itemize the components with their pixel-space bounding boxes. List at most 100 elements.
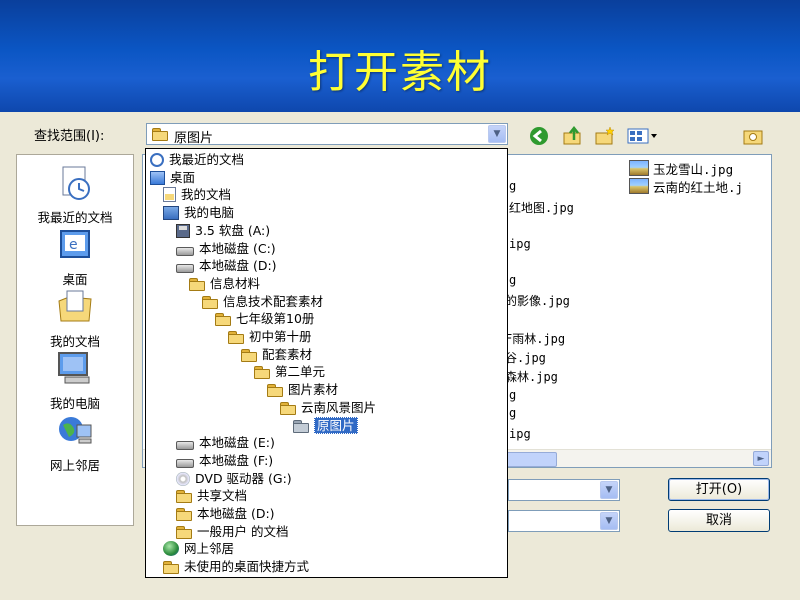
slide-title: 打开素材 bbox=[308, 47, 492, 98]
dropdown-item[interactable]: 一般用户 的文档 bbox=[176, 523, 288, 540]
back-icon[interactable] bbox=[528, 126, 550, 146]
views-menu-icon[interactable] bbox=[626, 126, 660, 146]
dropdown-item[interactable]: 第二单元 bbox=[254, 363, 325, 380]
file-name: 云南的红土地.j bbox=[653, 180, 744, 195]
dropdown-item-label: 第二单元 bbox=[275, 364, 326, 380]
place-label: 我最近的文档 bbox=[37, 210, 113, 225]
file-item[interactable]: ipg bbox=[509, 237, 531, 251]
place-network[interactable]: 网上邻居 bbox=[17, 411, 133, 474]
dropdown-item[interactable]: 原图片 bbox=[293, 416, 358, 434]
dropdown-item[interactable]: 七年级第10册 bbox=[215, 310, 314, 327]
dropdown-item-label: 原图片 bbox=[314, 416, 358, 434]
dropdown-item-label: DVD 驱动器 (G:) bbox=[195, 470, 292, 486]
folder-icon bbox=[176, 525, 192, 539]
place-recent-documents[interactable]: 我最近的文档 bbox=[17, 163, 133, 226]
look-in-value: 原图片 bbox=[174, 131, 214, 146]
dropdown-item[interactable]: 图片素材 bbox=[267, 381, 338, 398]
dropdown-item-label: 初中第十册 bbox=[249, 329, 312, 344]
my-documents-icon bbox=[55, 287, 95, 327]
my-documents-icon bbox=[163, 187, 176, 203]
dropdown-item[interactable]: 我的电脑 bbox=[163, 204, 234, 221]
dropdown-item[interactable]: 本地磁盘 (C:) bbox=[176, 240, 276, 257]
recent-documents-icon bbox=[55, 163, 95, 203]
dropdown-item-label: 配套素材 bbox=[262, 346, 313, 362]
hard-drive-icon bbox=[176, 439, 194, 451]
place-desktop[interactable]: e 桌面 bbox=[17, 225, 133, 288]
dropdown-item[interactable]: 网上邻居 bbox=[163, 540, 234, 557]
dropdown-item[interactable]: 云南风景图片 bbox=[280, 399, 376, 416]
dropdown-item[interactable]: 未使用的桌面快捷方式 bbox=[163, 558, 309, 575]
look-in-combo[interactable]: 原图片 ▼ bbox=[146, 123, 508, 146]
file-item[interactable]: 的影像.jpg bbox=[505, 292, 570, 309]
dropdown-item[interactable]: 信息材料 bbox=[189, 275, 260, 292]
place-label: 网上邻居 bbox=[49, 458, 100, 473]
floppy-drive-icon bbox=[176, 223, 190, 238]
scroll-right-icon[interactable]: ► bbox=[753, 451, 769, 466]
recent-documents-icon bbox=[150, 153, 164, 167]
dropdown-item[interactable]: 本地磁盘 (D:) bbox=[176, 257, 277, 274]
file-item[interactable]: 谷.jpg bbox=[505, 349, 546, 366]
open-button[interactable]: 打开(O) bbox=[668, 478, 770, 501]
file-item[interactable]: 云南的红土地.j bbox=[629, 177, 743, 196]
dropdown-item-label: 3.5 软盘 (A:) bbox=[195, 222, 271, 238]
image-file-icon bbox=[629, 160, 649, 176]
dropdown-item-label: 七年级第10册 bbox=[236, 311, 315, 327]
place-my-documents[interactable]: 我的文档 bbox=[17, 287, 133, 350]
dropdown-item-label: 我的文档 bbox=[181, 187, 232, 203]
chevron-down-icon[interactable]: ▼ bbox=[600, 481, 618, 499]
file-item[interactable]: g bbox=[509, 406, 516, 420]
dropdown-item[interactable]: 我的文档 bbox=[163, 186, 231, 203]
cancel-button[interactable]: 取消 bbox=[668, 509, 770, 532]
dropdown-item[interactable]: 本地磁盘 (E:) bbox=[176, 434, 275, 451]
my-computer-icon bbox=[55, 349, 95, 389]
dropdown-item-label: 信息材料 bbox=[210, 275, 261, 291]
dropdown-item[interactable]: 配套素材 bbox=[241, 346, 312, 363]
file-name-input[interactable]: ▼ bbox=[508, 479, 620, 501]
hard-drive-icon bbox=[176, 245, 194, 256]
file-item[interactable]: g bbox=[509, 179, 516, 193]
place-label: 桌面 bbox=[62, 272, 88, 287]
dropdown-item[interactable]: 3.5 软盘 (A:) bbox=[176, 222, 270, 239]
image-file-icon bbox=[629, 178, 649, 194]
file-type-select[interactable]: ▼ bbox=[508, 510, 620, 532]
dropdown-item-label: 网上邻居 bbox=[184, 541, 235, 557]
file-item[interactable]: 玉龙雪山.jpg bbox=[629, 159, 733, 178]
dropdown-item[interactable]: 初中第十册 bbox=[228, 328, 312, 345]
scrollbar-thumb[interactable] bbox=[503, 452, 557, 467]
dropdown-item[interactable]: 共享文档 bbox=[176, 487, 247, 504]
network-places-icon bbox=[55, 411, 95, 451]
dropdown-item-label: 信息技术配套素材 bbox=[223, 293, 324, 309]
dropdown-item-label: 未使用的桌面快捷方式 bbox=[184, 559, 310, 575]
up-folder-icon[interactable] bbox=[562, 126, 584, 146]
desktop-icon: e bbox=[55, 225, 95, 265]
look-in-dropdown-list[interactable]: 我最近的文档 桌面 我的文档 我的电脑 3.5 软盘 (A:) 本地磁盘 (C:) 本地磁盘… bbox=[145, 148, 508, 578]
file-name: 玉龙雪山.jpg bbox=[653, 162, 734, 177]
file-item[interactable]: 森林.jpg bbox=[505, 368, 558, 385]
file-item[interactable]: F雨林.jpg bbox=[505, 330, 565, 347]
chevron-down-icon[interactable]: ▼ bbox=[488, 125, 506, 143]
place-my-computer[interactable]: 我的电脑 bbox=[17, 349, 133, 412]
dropdown-item[interactable]: 信息技术配套素材 bbox=[202, 293, 323, 310]
dropdown-item[interactable]: DVD 驱动器 (G:) bbox=[176, 470, 292, 487]
folder-icon bbox=[267, 384, 283, 398]
dropdown-item[interactable]: 本地磁盘 (F:) bbox=[176, 452, 273, 469]
file-item[interactable]: g bbox=[509, 273, 516, 287]
file-item[interactable]: ipg bbox=[509, 427, 531, 441]
folder-icon bbox=[215, 313, 231, 327]
chevron-down-icon[interactable]: ▼ bbox=[600, 512, 618, 530]
dropdown-item[interactable]: 我最近的文档 bbox=[150, 151, 244, 168]
folder-icon bbox=[280, 401, 296, 415]
folder-icon bbox=[189, 277, 205, 291]
folder-icon bbox=[228, 331, 244, 344]
tools-icon[interactable] bbox=[742, 126, 764, 146]
dropdown-item-label: 图片素材 bbox=[288, 382, 339, 398]
file-item[interactable]: 红地图.jpg bbox=[509, 199, 574, 216]
file-item[interactable]: g bbox=[509, 388, 516, 402]
new-folder-icon[interactable] bbox=[594, 126, 616, 146]
dropdown-item[interactable]: 本地磁盘 (D:) bbox=[176, 505, 275, 522]
desktop-icon bbox=[150, 170, 165, 185]
my-computer-icon bbox=[163, 206, 179, 221]
dropdown-item-label: 云南风景图片 bbox=[301, 399, 377, 415]
dropdown-item-label: 桌面 bbox=[170, 169, 196, 185]
dropdown-item[interactable]: 桌面 bbox=[150, 169, 195, 186]
